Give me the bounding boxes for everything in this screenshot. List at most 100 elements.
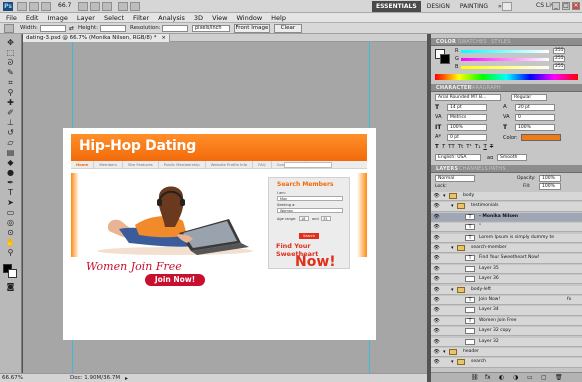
fill-field[interactable]: 100% [539, 183, 561, 190]
eyedropper-tool-icon[interactable]: ⚲ [5, 88, 16, 97]
vertical-scale-field[interactable]: 100% [447, 124, 487, 131]
quick-selection-tool-icon[interactable]: ✎ [5, 68, 16, 77]
r-value[interactable]: 255 [553, 48, 565, 54]
visibility-eye-icon[interactable]: 👁 [433, 224, 440, 230]
layer-row[interactable]: 👁 Layer 36 [431, 275, 582, 285]
all-caps-button[interactable]: TT [448, 144, 455, 151]
visibility-eye-icon[interactable]: 👁 [433, 297, 440, 303]
document-canvas[interactable]: Hip-Hop Dating Home Members Site Feature… [63, 128, 376, 340]
group-toggle-icon[interactable]: ▾ [451, 287, 454, 293]
visibility-eye-icon[interactable]: 👁 [433, 276, 440, 282]
tracking-field[interactable]: 0 [515, 114, 555, 121]
language-select[interactable]: English: USA [435, 154, 481, 161]
clone-stamp-tool-icon[interactable]: ⊥ [5, 118, 16, 127]
eraser-tool-icon[interactable]: ▱ [5, 138, 16, 147]
layer-row[interactable]: 👁 T " [431, 223, 582, 233]
superscript-button[interactable]: T¹ [466, 144, 472, 151]
menu-filter[interactable]: Filter [133, 13, 149, 22]
menu-layer[interactable]: Layer [77, 13, 95, 22]
layer-row[interactable]: 👁 T - Monika Nilsen [431, 212, 582, 222]
dodge-tool-icon[interactable]: ● [5, 168, 16, 177]
visibility-eye-icon[interactable]: 👁 [433, 339, 440, 345]
layer-effects-icon[interactable]: fx [567, 297, 571, 303]
text-color-swatch[interactable] [521, 134, 561, 141]
quick-mask-icon[interactable]: ◙ [5, 282, 16, 291]
front-image-button[interactable]: Front Image [234, 24, 270, 33]
menu-image[interactable]: Image [47, 13, 67, 22]
visibility-eye-icon[interactable]: 👁 [433, 193, 440, 199]
crop-tool-preset-icon[interactable] [4, 24, 14, 33]
link-layers-icon[interactable]: ⛓ [471, 374, 479, 381]
anti-alias-select[interactable]: Smooth [497, 154, 527, 161]
status-zoom[interactable]: 66.67% [2, 375, 23, 381]
tab-color[interactable]: COLOR [436, 39, 456, 45]
visibility-eye-icon[interactable]: 👁 [433, 287, 440, 293]
layer-row[interactable]: 👁 Layer 35 [431, 264, 582, 274]
zoom-tool-icon[interactable] [90, 2, 100, 11]
g-value[interactable]: 255 [553, 56, 565, 62]
layer-mask-icon[interactable]: ◐ [499, 374, 504, 381]
layer-row[interactable]: 👁 ▾ testimonials [431, 202, 582, 212]
blend-mode-select[interactable]: Normal [435, 175, 475, 182]
workspace-essentials[interactable]: ESSENTIALS [372, 1, 421, 12]
group-toggle-icon[interactable]: ▾ [443, 349, 446, 355]
resolution-field[interactable] [162, 25, 188, 32]
group-toggle-icon[interactable]: ▾ [451, 359, 454, 365]
workspace-painting[interactable]: PAINTING [456, 1, 492, 12]
subscript-button[interactable]: T₁ [475, 144, 481, 151]
layer-row[interactable]: 👁 T Find Your Sweetheart Now! [431, 254, 582, 264]
layer-row[interactable]: 👁 ▾ body-left [431, 285, 582, 295]
3d-orbit-tool-icon[interactable]: ⊙ [5, 228, 16, 237]
search-help-icon[interactable] [502, 2, 512, 11]
visibility-eye-icon[interactable]: 👁 [433, 235, 440, 241]
minimize-icon[interactable]: _ [552, 2, 560, 10]
bridge-icon[interactable] [17, 2, 27, 11]
layer-style-icon[interactable]: fx [485, 374, 491, 381]
visibility-eye-icon[interactable]: 👁 [433, 203, 440, 209]
marquee-tool-icon[interactable]: ⬚ [5, 48, 16, 57]
tab-channels[interactable]: CHANNELS [459, 166, 488, 172]
height-field[interactable] [100, 25, 126, 32]
layer-row[interactable]: 👁 T Join Now! fx [431, 296, 582, 306]
menu-view[interactable]: View [212, 13, 227, 22]
layer-row[interactable]: 👁 T Lorem Ipsum is simply dummy te [431, 233, 582, 243]
tab-swatches[interactable]: SWATCHES [458, 39, 487, 45]
visibility-eye-icon[interactable]: 👁 [433, 359, 440, 365]
brush-tool-icon[interactable]: ✐ [5, 108, 16, 117]
path-selection-tool-icon[interactable]: ➤ [5, 198, 16, 207]
tab-styles[interactable]: STYLES [491, 39, 511, 45]
b-slider[interactable] [461, 66, 549, 69]
layer-row[interactable]: 👁 Layer 32 [431, 337, 582, 347]
visibility-eye-icon[interactable]: 👁 [433, 245, 440, 251]
zoom-tool-icon-toolbox[interactable]: ⚲ [5, 248, 16, 257]
gradient-tool-icon[interactable]: ▤ [5, 148, 16, 157]
font-family-select[interactable]: Arial Rounded MT B... [435, 94, 501, 101]
layer-row[interactable]: 👁 ▾ search-member [431, 244, 582, 254]
layer-row[interactable]: 👁 ▾ header [431, 348, 582, 358]
layer-row[interactable]: 👁 ▾ body [431, 192, 582, 202]
baseline-shift-field[interactable]: 0 pt [447, 134, 487, 141]
group-toggle-icon[interactable]: ▾ [451, 203, 454, 209]
3d-rotate-tool-icon[interactable]: ◎ [5, 218, 16, 227]
zoom-level-display[interactable]: 66.7 [58, 2, 71, 9]
blur-tool-icon[interactable]: ◆ [5, 158, 16, 167]
document-tab[interactable]: dating-3.psd @ 66.7% (Monika Nilsen, RGB… [23, 34, 170, 42]
tab-character[interactable]: CHARACTER [436, 85, 472, 91]
extras-icon[interactable] [41, 2, 51, 11]
pen-tool-icon[interactable]: ✒ [5, 178, 16, 187]
color-spectrum-bar[interactable] [435, 74, 578, 80]
width-field[interactable] [40, 25, 66, 32]
document-tab-close-icon[interactable]: × [161, 35, 166, 41]
strikethrough-button[interactable]: T [490, 144, 493, 151]
tab-paragraph[interactable]: PARAGRAPH [469, 85, 501, 91]
delete-layer-icon[interactable]: 🗑 [555, 374, 563, 381]
type-tool-icon[interactable]: T [5, 188, 16, 197]
history-brush-tool-icon[interactable]: ↺ [5, 128, 16, 137]
new-group-icon[interactable]: ▭ [527, 374, 533, 381]
menu-3d[interactable]: 3D [194, 13, 203, 22]
maximize-icon[interactable]: □ [562, 2, 570, 10]
visibility-eye-icon[interactable]: 👁 [433, 318, 440, 324]
swap-dimensions-icon[interactable]: ⇄ [69, 25, 74, 32]
healing-brush-tool-icon[interactable]: ✚ [5, 98, 16, 107]
font-style-select[interactable]: Regular [511, 94, 547, 101]
